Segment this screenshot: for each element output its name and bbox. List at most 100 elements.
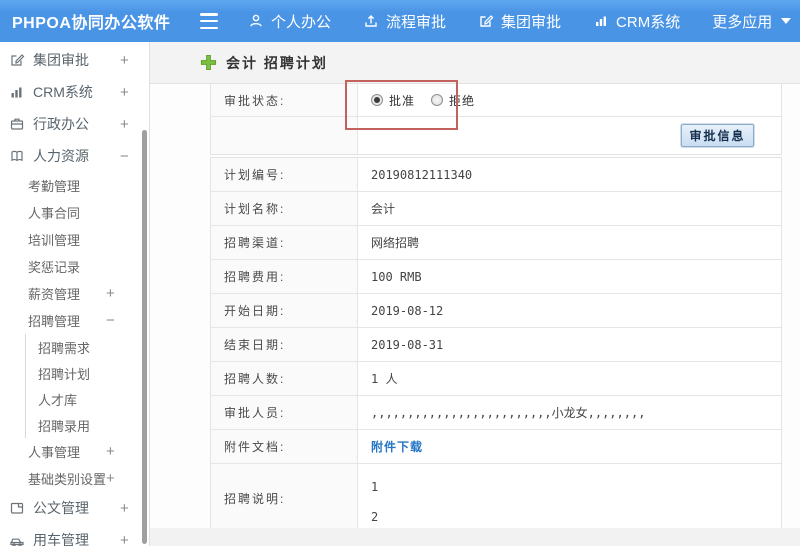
add-icon[interactable] [200, 54, 217, 71]
bar-chart-icon [593, 13, 609, 29]
empty-label-cell [211, 117, 358, 154]
page-title: 会计 招聘计划 [226, 54, 328, 71]
sidebar-item-label: 考勤管理 [28, 179, 81, 194]
sidebar-item-label: 人才库 [38, 392, 78, 408]
bar-chart-icon [9, 84, 26, 101]
collapse-toggle[interactable]: − [106, 313, 115, 328]
page-title-bar: 会计 招聘计划 [150, 42, 800, 84]
expand-toggle[interactable]: + [106, 471, 115, 486]
field-label: 招聘渠道: [211, 226, 358, 259]
sidebar-item-label: 人力资源 [33, 148, 89, 164]
hamburger-menu-icon[interactable] [200, 13, 222, 29]
radio-approve-label: 批准 [389, 93, 416, 108]
approval-button-row: 审批信息 [211, 117, 781, 154]
sidebar-item-label: 公文管理 [33, 500, 89, 516]
radio-reject-label: 拒绝 [449, 93, 476, 108]
radio-selected-icon[interactable] [371, 94, 383, 106]
person-icon [248, 13, 264, 29]
sidebar-item-label: 奖惩记录 [28, 260, 81, 275]
field-row-start-date: 开始日期: 2019-08-12 [211, 294, 781, 328]
expand-toggle[interactable]: + [120, 533, 129, 546]
approval-info-button[interactable]: 审批信息 [681, 124, 754, 147]
field-value: 1 2 [371, 480, 379, 524]
sidebar-item-recruitment-hiring[interactable]: 招聘录用 [25, 412, 149, 438]
car-icon [9, 532, 26, 546]
sidebar-item-reward-punish-records[interactable]: 奖惩记录 [0, 253, 149, 280]
sidebar-item-base-category-settings[interactable]: 基础类别设置 + [0, 465, 149, 492]
top-header-bar: PHPOA协同办公软件 个人办公 流程审批 集团审批 CRM系统 更多应用 [0, 0, 800, 42]
sidebar-item-hr-contract[interactable]: 人事合同 [0, 199, 149, 226]
radio-reject[interactable]: 拒绝 [431, 92, 475, 109]
expand-toggle[interactable]: + [120, 53, 129, 68]
sidebar-item-document-mgmt[interactable]: 公文管理 + [0, 492, 149, 524]
detail-form-table: 计划编号: 20190812111340 计划名称: 会计 招聘渠道: 网络招聘… [210, 157, 782, 533]
nav-label: CRM系统 [616, 13, 681, 31]
sidebar-item-admin-office[interactable]: 行政办公 + [0, 108, 149, 140]
sidebar-item-recruitment-mgmt[interactable]: 招聘管理 − [0, 307, 149, 334]
sidebar: 集团审批 + CRM系统 + 行政办公 + 人力资源 − 考勤管理 人事合同 培… [0, 42, 150, 546]
sidebar-item-label: CRM系统 [33, 84, 93, 100]
attachment-download-link[interactable]: 附件下载 [371, 438, 423, 455]
nav-process-approval[interactable]: 流程审批 [363, 11, 446, 32]
sidebar-item-label: 招聘管理 [28, 314, 81, 329]
expand-toggle[interactable]: + [120, 501, 129, 516]
edit-square-icon [478, 13, 494, 29]
nav-label: 集团审批 [501, 13, 562, 31]
phpoa-app: PHPOA协同办公软件 个人办公 流程审批 集团审批 CRM系统 更多应用 集团… [0, 0, 800, 546]
sidebar-item-label: 薪资管理 [28, 287, 81, 302]
footer-strip [150, 528, 800, 546]
sidebar-item-label: 行政办公 [33, 116, 89, 132]
briefcase-icon [9, 116, 26, 133]
nav-label: 流程审批 [386, 13, 447, 31]
sidebar-item-crm-system[interactable]: CRM系统 + [0, 76, 149, 108]
expand-toggle[interactable]: + [106, 286, 115, 301]
field-value: 网络招聘 [371, 236, 420, 250]
field-row-recruit-count: 招聘人数: 1 人 [211, 362, 781, 396]
nav-group-approval[interactable]: 集团审批 [478, 11, 561, 32]
main-content: 会计 招聘计划 审批状态: 批准 拒绝 审批信息 计划编号: 201908121… [150, 42, 800, 546]
field-value: 2019-08-31 [371, 337, 444, 352]
field-value: ,,,,,,,,,,,,,,,,,,,,,,,,,小龙女,,,,,,,, [371, 406, 646, 420]
collapse-toggle[interactable]: − [120, 149, 129, 164]
field-value: 附件下载 [358, 430, 781, 463]
nav-personal-office[interactable]: 个人办公 [248, 11, 331, 32]
process-icon [363, 13, 379, 29]
sidebar-scrollbar[interactable] [142, 130, 147, 544]
field-label: 计划名称: [211, 192, 358, 225]
sidebar-item-label: 人事合同 [28, 206, 81, 221]
expand-toggle[interactable]: + [106, 444, 115, 459]
field-row-approvers: 审批人员: ,,,,,,,,,,,,,,,,,,,,,,,,,小龙女,,,,,,… [211, 396, 781, 430]
expand-toggle[interactable]: + [120, 117, 129, 132]
sidebar-item-human-resources[interactable]: 人力资源 − [0, 140, 149, 172]
field-row-recruit-channel: 招聘渠道: 网络招聘 [211, 226, 781, 260]
sidebar-item-label: 用车管理 [33, 532, 89, 546]
expand-toggle[interactable]: + [120, 85, 129, 100]
radio-approve[interactable]: 批准 [371, 92, 415, 109]
sidebar-item-attendance-mgmt[interactable]: 考勤管理 [0, 172, 149, 199]
field-label-approval-status: 审批状态: [211, 84, 358, 116]
sidebar-item-vehicle-mgmt[interactable]: 用车管理 + [0, 524, 149, 546]
field-label: 计划编号: [211, 158, 358, 191]
field-label: 开始日期: [211, 294, 358, 327]
app-logo[interactable]: PHPOA协同办公软件 [0, 9, 186, 33]
nav-more-apps[interactable]: 更多应用 [712, 11, 792, 32]
nav-crm-system[interactable]: CRM系统 [593, 11, 680, 32]
sidebar-item-label: 培训管理 [28, 233, 81, 248]
sidebar-item-group-approval[interactable]: 集团审批 + [0, 44, 149, 76]
sidebar-item-personnel-mgmt[interactable]: 人事管理 + [0, 438, 149, 465]
field-value: 1 人 [371, 372, 398, 386]
sidebar-item-training-mgmt[interactable]: 培训管理 [0, 226, 149, 253]
field-label: 招聘费用: [211, 260, 358, 293]
radio-unselected-icon[interactable] [431, 94, 444, 106]
field-row-recruit-description: 招聘说明: 1 2 [211, 464, 781, 532]
field-row-plan-number: 计划编号: 20190812111340 [211, 158, 781, 192]
sidebar-item-label: 招聘计划 [38, 366, 91, 382]
sidebar-item-talent-pool[interactable]: 人才库 [25, 386, 149, 412]
sidebar-item-salary-mgmt[interactable]: 薪资管理 + [0, 280, 149, 307]
sidebar-item-label: 基础类别设置 [28, 472, 107, 487]
sidebar-item-recruitment-needs[interactable]: 招聘需求 [25, 334, 149, 360]
approval-status-value: 批准 拒绝 [358, 84, 781, 116]
approval-button-cell: 审批信息 [358, 117, 781, 154]
field-label: 附件文档: [211, 430, 358, 463]
sidebar-item-recruitment-plan[interactable]: 招聘计划 [25, 360, 149, 386]
